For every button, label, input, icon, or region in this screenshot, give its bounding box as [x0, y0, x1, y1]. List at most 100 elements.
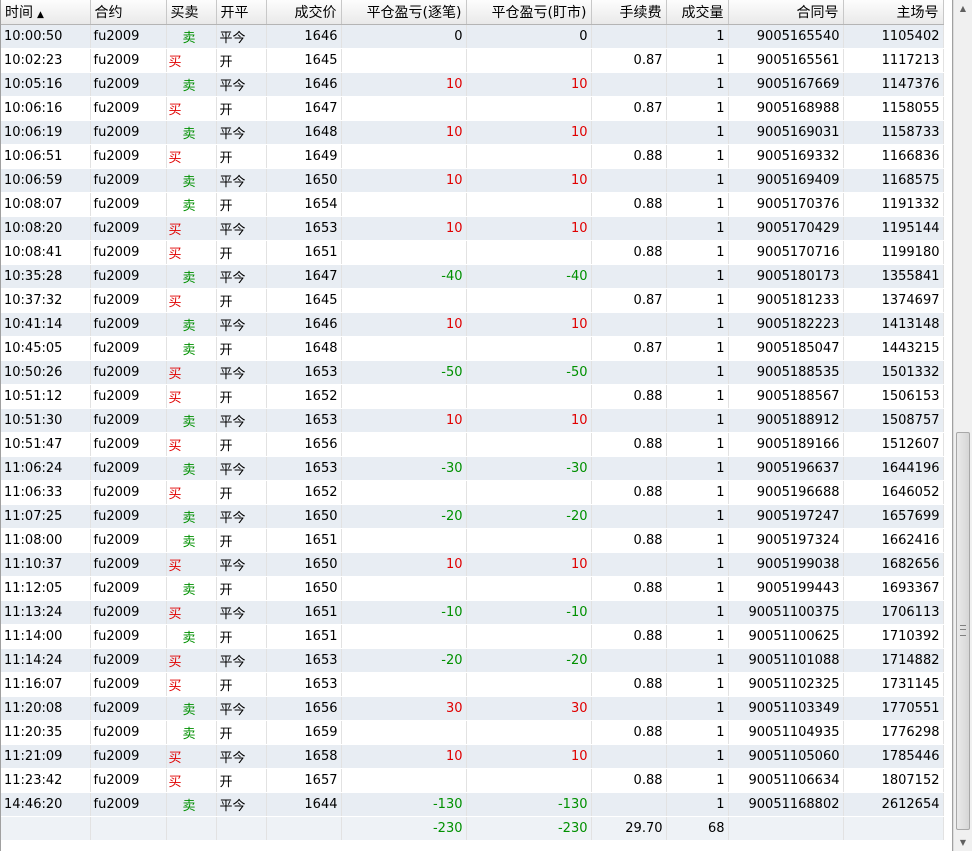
cell-exchange-no: 1158733 [843, 120, 944, 145]
cell-fee: 0.88 [591, 720, 667, 745]
table-row[interactable]: 11:20:35 fu2009 卖开 1659 0.88 1 90051104935 1776… [1, 720, 944, 745]
cell-open-close: 平今 [216, 504, 267, 529]
totals-row: -230 -230 29.70 68 [1, 816, 944, 840]
table-row[interactable]: 11:13:24 fu2009 买平今 1651 -10 -10 1 90051100375 1… [1, 600, 944, 625]
column-header-contract[interactable]: 合约 [90, 0, 167, 25]
cell-contract-no: 90051101088 [728, 648, 844, 673]
cell-side: 买 [166, 240, 217, 265]
cell-volume: 1 [666, 72, 729, 97]
column-header-time[interactable]: 时间 ▲ [1, 0, 91, 25]
cell-price: 1656 [266, 696, 342, 721]
table-row[interactable]: 11:10:37 fu2009 买平今 1650 10 10 1 9005199038 1682… [1, 552, 944, 577]
cell-side: 买 [166, 768, 217, 793]
table-row[interactable]: 10:41:14 fu2009 卖平今 1646 10 10 1 9005182223 1413… [1, 312, 944, 337]
cell-side: 卖 [166, 264, 217, 289]
column-header-volume[interactable]: 成交量 [666, 0, 729, 25]
cell-open-close: 平今 [216, 744, 267, 769]
cell-pnl-trade: 10 [341, 312, 467, 337]
table-row[interactable]: 11:14:24 fu2009 买平今 1653 -20 -20 1 90051101088 1… [1, 648, 944, 673]
cell-side: 卖 [166, 192, 217, 217]
cell-volume: 1 [666, 600, 729, 625]
table-row[interactable]: 10:06:16 fu2009 买开 1647 0.87 1 9005168988 11580… [1, 96, 944, 121]
cell-volume: 1 [666, 696, 729, 721]
cell-open-close: 平今 [216, 360, 267, 385]
column-header-side[interactable]: 买卖 [166, 0, 217, 25]
cell-price: 1658 [266, 744, 342, 769]
cell-exchange-no: 1105402 [843, 24, 944, 49]
table-row[interactable]: 10:35:28 fu2009 卖平今 1647 -40 -40 1 9005180173 13… [1, 264, 944, 289]
column-header-fee[interactable]: 手续费 [591, 0, 667, 25]
column-header-exchange-no[interactable]: 主场号 [843, 0, 944, 25]
column-header-contract-no[interactable]: 合同号 [728, 0, 844, 25]
table-row[interactable]: 11:16:07 fu2009 买开 1653 0.88 1 90051102325 1731… [1, 672, 944, 697]
trade-table: 时间 ▲ 合约 买卖 开平 成交价 平仓盈亏(逐笔) 平仓盈亏(盯市) 手续费 成… [1, 0, 944, 840]
table-row[interactable]: 10:02:23 fu2009 买开 1645 0.87 1 9005165561 11172… [1, 48, 944, 73]
cell-contract-no: 90051100625 [728, 624, 844, 649]
cell-side: 卖 [166, 576, 217, 601]
cell-exchange-no: 1693367 [843, 576, 944, 601]
table-row[interactable]: 10:51:47 fu2009 买开 1656 0.88 1 9005189166 15126… [1, 432, 944, 457]
column-header-open-close[interactable]: 开平 [216, 0, 267, 25]
column-header-price[interactable]: 成交价 [266, 0, 342, 25]
table-row[interactable]: 11:07:25 fu2009 卖平今 1650 -20 -20 1 9005197247 16… [1, 504, 944, 529]
table-row[interactable]: 10:51:30 fu2009 卖平今 1653 10 10 1 9005188912 1508… [1, 408, 944, 433]
cell-time: 10:50:26 [1, 360, 91, 385]
sort-ascending-icon: ▲ [37, 10, 44, 20]
cell-side: 买 [166, 648, 217, 673]
table-row[interactable]: 10:08:07 fu2009 卖开 1654 0.88 1 9005170376 11913… [1, 192, 944, 217]
total-volume: 68 [666, 816, 729, 840]
cell-contract: fu2009 [90, 120, 167, 145]
scroll-thumb[interactable] [956, 432, 970, 830]
table-row[interactable]: 10:08:20 fu2009 买平今 1653 10 10 1 9005170429 1195… [1, 216, 944, 241]
cell-contract-no: 9005188535 [728, 360, 844, 385]
cell-contract-no: 9005167669 [728, 72, 844, 97]
cell-fee [591, 600, 667, 625]
table-row[interactable]: 11:20:08 fu2009 卖平今 1656 30 30 1 90051103349 177… [1, 696, 944, 721]
cell-fee: 0.88 [591, 672, 667, 697]
table-row[interactable]: 10:51:12 fu2009 买开 1652 0.88 1 9005188567 15061… [1, 384, 944, 409]
table-row[interactable]: 11:12:05 fu2009 卖开 1650 0.88 1 9005199443 16933… [1, 576, 944, 601]
cell-pnl-trade [341, 240, 467, 265]
cell-contract-no: 9005196637 [728, 456, 844, 481]
table-row[interactable]: 11:23:42 fu2009 买开 1657 0.88 1 90051106634 1807… [1, 768, 944, 793]
table-row[interactable]: 11:08:00 fu2009 卖开 1651 0.88 1 9005197324 16624… [1, 528, 944, 553]
cell-exchange-no: 1166836 [843, 144, 944, 169]
cell-price: 1651 [266, 240, 342, 265]
cell-pnl-trade [341, 576, 467, 601]
table-row[interactable]: 10:00:50 fu2009 卖平今 1646 0 0 1 9005165540 110540… [1, 24, 944, 49]
table-row[interactable]: 10:06:51 fu2009 买开 1649 0.88 1 9005169332 11668… [1, 144, 944, 169]
table-row[interactable]: 10:37:32 fu2009 买开 1645 0.87 1 9005181233 13746… [1, 288, 944, 313]
table-row[interactable]: 11:06:33 fu2009 买开 1652 0.88 1 9005196688 16460… [1, 480, 944, 505]
table-row[interactable]: 10:06:19 fu2009 卖平今 1648 10 10 1 9005169031 1158… [1, 120, 944, 145]
table-row[interactable]: 11:06:24 fu2009 卖平今 1653 -30 -30 1 9005196637 16… [1, 456, 944, 481]
cell-contract: fu2009 [90, 192, 167, 217]
table-row[interactable]: 10:45:05 fu2009 卖开 1648 0.87 1 9005185047 14432… [1, 336, 944, 361]
cell-volume: 1 [666, 456, 729, 481]
cell-side: 买 [166, 360, 217, 385]
column-header-pnl-trade[interactable]: 平仓盈亏(逐笔) [341, 0, 467, 25]
cell-volume: 1 [666, 552, 729, 577]
cell-contract-no: 9005165540 [728, 24, 844, 49]
cell-contract: fu2009 [90, 792, 167, 817]
table-row[interactable]: 11:14:00 fu2009 卖开 1651 0.88 1 90051100625 1710… [1, 624, 944, 649]
cell-price: 1656 [266, 432, 342, 457]
scroll-up-icon[interactable]: ▲ [954, 0, 972, 17]
vertical-scrollbar[interactable]: ▲ ▼ [953, 0, 972, 851]
cell-fee: 0.88 [591, 240, 667, 265]
column-header-pnl-mark[interactable]: 平仓盈亏(盯市) [466, 0, 592, 25]
cell-exchange-no: 1117213 [843, 48, 944, 73]
cell-time: 10:02:23 [1, 48, 91, 73]
cell-volume: 1 [666, 360, 729, 385]
cell-contract: fu2009 [90, 24, 167, 49]
scroll-down-icon[interactable]: ▼ [954, 834, 972, 851]
table-row[interactable]: 11:21:09 fu2009 买平今 1658 10 10 1 90051105060 178… [1, 744, 944, 769]
cell-pnl-mark [466, 480, 592, 505]
cell-side: 卖 [166, 624, 217, 649]
table-row[interactable]: 14:46:20 fu2009 卖平今 1644 -130 -130 1 9005116880… [1, 792, 944, 817]
table-row[interactable]: 10:08:41 fu2009 买开 1651 0.88 1 9005170716 11991… [1, 240, 944, 265]
cell-contract-no: 9005181233 [728, 288, 844, 313]
cell-price: 1646 [266, 24, 342, 49]
table-row[interactable]: 10:06:59 fu2009 卖平今 1650 10 10 1 9005169409 1168… [1, 168, 944, 193]
table-row[interactable]: 10:50:26 fu2009 买平今 1653 -50 -50 1 9005188535 15… [1, 360, 944, 385]
table-row[interactable]: 10:05:16 fu2009 卖平今 1646 10 10 1 9005167669 1147… [1, 72, 944, 97]
